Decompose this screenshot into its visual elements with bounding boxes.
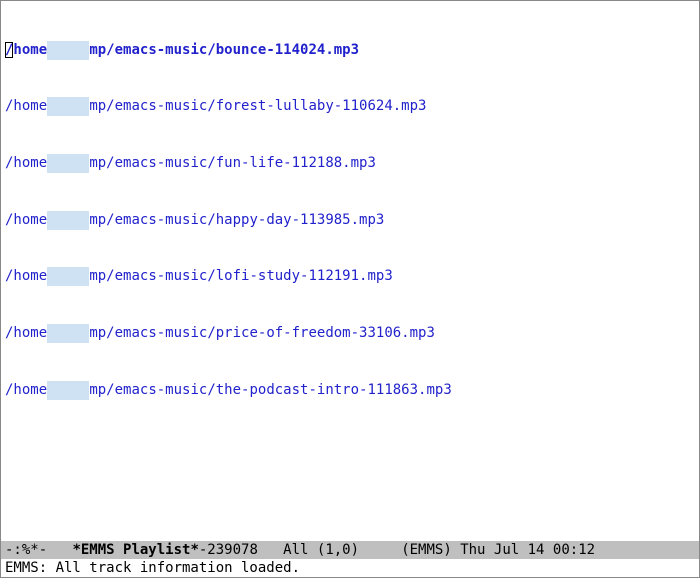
path-prefix: /home	[5, 155, 47, 171]
path-prefix: /home	[5, 98, 47, 114]
path-mid: mp/emacs-music/	[89, 42, 215, 58]
modeline-position: All (1,0)	[258, 542, 401, 558]
track-file: happy-day-113985.mp3	[216, 212, 385, 228]
modeline-status: -:%*-	[5, 542, 72, 558]
track-file: fun-life-112188.mp3	[216, 155, 376, 171]
path-mid: mp/emacs-music/	[89, 325, 215, 341]
playlist-track[interactable]: /home mp/emacs-music/the-podcast-intro-1…	[5, 381, 695, 400]
track-file: price-of-freedom-33106.mp3	[216, 325, 435, 341]
path-prefix: /home	[5, 382, 47, 398]
point-cursor	[5, 42, 13, 57]
emms-playlist-buffer[interactable]: /home mp/emacs-music/bounce-114024.mp3 /…	[1, 1, 699, 541]
track-file: the-podcast-intro-111863.mp3	[216, 382, 452, 398]
path-prefix: /home	[5, 268, 47, 284]
path-redacted	[47, 211, 89, 230]
track-file: bounce-114024.mp3	[216, 42, 359, 58]
modeline-buffer-suffix: -239078	[199, 542, 258, 558]
track-file: forest-lullaby-110624.mp3	[216, 98, 427, 114]
path-mid: mp/emacs-music/	[89, 268, 215, 284]
playlist-track[interactable]: /home mp/emacs-music/lofi-study-112191.m…	[5, 267, 695, 286]
path-redacted	[47, 41, 89, 60]
playlist-track[interactable]: /home mp/emacs-music/happy-day-113985.mp…	[5, 211, 695, 230]
path-mid: mp/emacs-music/	[89, 155, 215, 171]
path-redacted	[47, 97, 89, 116]
modeline-mode: (EMMS)	[401, 542, 452, 558]
path-redacted	[47, 381, 89, 400]
path-mid: mp/emacs-music/	[89, 212, 215, 228]
path-mid: mp/emacs-music/	[89, 98, 215, 114]
playlist-track[interactable]: /home mp/emacs-music/fun-life-112188.mp3	[5, 154, 695, 173]
path-mid: mp/emacs-music/	[89, 382, 215, 398]
path-redacted	[47, 267, 89, 286]
mode-line: -:%*- *EMMS Playlist*-239078 All (1,0) (…	[1, 541, 699, 559]
path-redacted	[47, 154, 89, 173]
track-file: lofi-study-112191.mp3	[216, 268, 393, 284]
playlist-track[interactable]: /home mp/emacs-music/forest-lullaby-1106…	[5, 97, 695, 116]
path-prefix: /home	[5, 212, 47, 228]
playlist-track-current[interactable]: /home mp/emacs-music/bounce-114024.mp3	[5, 41, 695, 60]
path-redacted	[47, 324, 89, 343]
minibuffer-message: EMMS: All track information loaded.	[5, 560, 300, 576]
minibuffer: EMMS: All track information loaded.	[1, 559, 699, 577]
path-prefix: /home	[5, 325, 47, 341]
playlist-track[interactable]: /home mp/emacs-music/price-of-freedom-33…	[5, 324, 695, 343]
modeline-datetime: Thu Jul 14 00:12	[452, 542, 595, 558]
modeline-buffer-name: *EMMS Playlist*	[72, 542, 198, 558]
